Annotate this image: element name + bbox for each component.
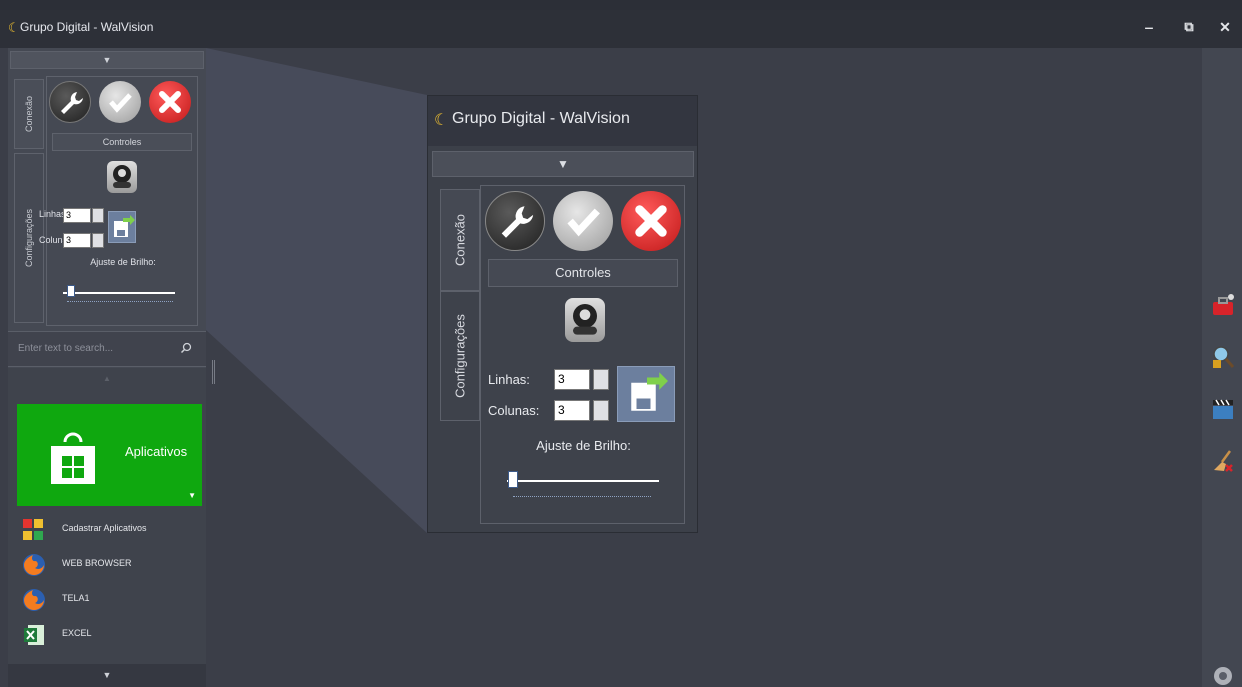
zoom-tab-configuracoes[interactable]: Configurações — [440, 291, 480, 421]
zoom-remote-control-icon[interactable] — [565, 298, 605, 342]
list-item[interactable]: TELA1 — [20, 586, 200, 614]
zoom-tab-conexao-label: Conexão — [452, 213, 468, 267]
zoom-rows-label: Linhas: — [488, 372, 530, 387]
brightness-slider-track[interactable] — [63, 292, 175, 294]
zoom-logo-icon: ☾ — [434, 112, 449, 129]
zoom-brightness-label: Ajuste de Brilho: — [536, 438, 631, 453]
zoom-brightness-slider-thumb[interactable] — [508, 471, 518, 488]
zoom-brightness-slider-track[interactable] — [507, 480, 659, 482]
zoom-callout: ☾ Grupo Digital - WalVision ▼ Conexão Co… — [427, 95, 698, 533]
list-item[interactable]: Cadastrar Aplicativos — [20, 516, 200, 544]
zoom-rows-input[interactable]: 3 — [554, 369, 590, 390]
zoom-title-bar: ☾ Grupo Digital - WalVision — [428, 96, 697, 146]
apps-tile[interactable]: Aplicativos ▼ — [17, 404, 202, 506]
panel-collapse-button[interactable]: ▼ — [10, 51, 204, 69]
zoom-save-icon[interactable] — [617, 366, 675, 422]
wrench-icon[interactable] — [49, 81, 91, 123]
apps-tile-label: Aplicativos — [125, 444, 188, 459]
excel-icon — [24, 625, 44, 645]
cancel-icon[interactable] — [149, 81, 191, 123]
zoom-window-title: Grupo Digital - WalVision — [452, 110, 630, 127]
search-bar[interactable]: Enter text to search... — [8, 331, 206, 367]
app-label: WEB BROWSER — [62, 558, 132, 568]
settings-circle-icon[interactable] — [1210, 663, 1236, 687]
brightness-slider-thumb[interactable] — [67, 285, 75, 297]
zoom-config-panel: Controles Linhas: 3 Colunas: 3 Ajuste de… — [480, 185, 685, 524]
zoom-brightness-ticks — [513, 496, 651, 498]
tab-configuracoes-label: Configurações — [24, 208, 34, 268]
list-item[interactable]: WEB BROWSER — [20, 551, 200, 579]
save-icon[interactable] — [108, 211, 136, 243]
rows-input[interactable]: 3 — [63, 208, 91, 223]
app-label: TELA1 — [62, 593, 90, 603]
list-item[interactable]: EXCEL — [20, 621, 200, 649]
firefox-icon — [23, 554, 45, 576]
toolbox-icon[interactable] — [1210, 292, 1236, 318]
register-apps-icon — [23, 519, 43, 540]
firefox-icon — [23, 589, 45, 611]
app-label: EXCEL — [62, 628, 92, 638]
cols-spinner[interactable] — [92, 233, 104, 248]
right-toolbar — [1202, 48, 1242, 687]
tile-dropdown-arrow[interactable]: ▼ — [188, 491, 196, 500]
rows-spinner[interactable] — [92, 208, 104, 223]
zoom-cancel-icon[interactable] — [621, 191, 681, 251]
zoom-rows-spinner[interactable] — [593, 369, 609, 390]
tab-conexao[interactable]: Conexão — [14, 79, 44, 149]
search-icon[interactable] — [180, 342, 192, 354]
check-icon[interactable] — [99, 81, 141, 123]
cols-input[interactable]: 3 — [63, 233, 91, 248]
config-panel: Controles Linhas: 3 Colunas: 3 Ajuste de… — [39, 76, 198, 326]
brightness-label: Ajuste de Brilho: — [90, 257, 156, 267]
brightness-ticks — [67, 301, 173, 303]
zoom-cols-spinner[interactable] — [593, 400, 609, 421]
zoom-collapse-button[interactable]: ▼ — [432, 151, 694, 177]
app-list: ▲ Aplicativos ▼ Cadastrar Aplicativos WE… — [8, 368, 206, 664]
zoom-cols-label: Colunas: — [488, 403, 540, 418]
app-label: Cadastrar Aplicativos — [62, 523, 147, 533]
store-bag-icon — [51, 432, 95, 484]
scroll-down-arrow[interactable]: ▼ — [8, 664, 206, 687]
panel-tabs: Conexão Configurações — [14, 79, 44, 323]
controls-label: Controles — [52, 133, 192, 151]
app-window: ☾ Grupo Digital - WalVision ‒ ⧉ ✕ ▼ Cone… — [0, 0, 1242, 687]
clapperboard-icon[interactable] — [1210, 396, 1236, 422]
zoom-tab-configuracoes-label: Configurações — [452, 314, 468, 398]
zoom-controls-label: Controles — [488, 259, 678, 287]
scroll-up-arrow[interactable]: ▲ — [103, 374, 111, 383]
zoom-wrench-icon[interactable] — [485, 191, 545, 251]
zoom-tab-conexao[interactable]: Conexão — [440, 189, 480, 291]
search-person-icon[interactable] — [1210, 344, 1236, 370]
remote-control-icon[interactable] — [107, 161, 137, 193]
splitter-handle[interactable] — [212, 360, 215, 384]
broom-icon[interactable] — [1210, 448, 1236, 474]
search-input[interactable]: Enter text to search... — [18, 343, 168, 354]
tab-conexao-label: Conexão — [24, 95, 34, 133]
zoom-check-icon[interactable] — [553, 191, 613, 251]
zoom-cols-input[interactable]: 3 — [554, 400, 590, 421]
